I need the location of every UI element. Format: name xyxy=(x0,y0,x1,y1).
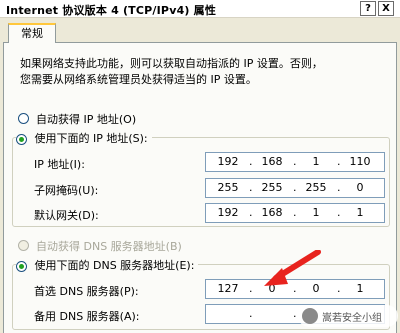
ip-auto-radio[interactable] xyxy=(18,113,29,124)
alternate-dns-dot: . xyxy=(293,307,297,320)
ip-manual-label[interactable]: 使用下面的 IP 地址(S): xyxy=(35,132,148,145)
watermark-text: 嵩若安全小组 xyxy=(322,313,382,324)
ip-address-octet-3[interactable]: 1 xyxy=(298,155,334,168)
ip-address-dot: . xyxy=(249,155,253,168)
window-title: Internet 协议版本 4 (TCP/IPv4) 属性 xyxy=(6,4,217,17)
dialog-body: 常规 如果网络支持此功能，则可以获取自动指派的 IP 设置。否则， 您需要从网络… xyxy=(0,18,400,333)
preferred-dns-dot: . xyxy=(249,282,253,295)
subnet-dot: . xyxy=(249,181,253,194)
gateway-field[interactable]: 192 . 168 . 1 . 1 xyxy=(205,203,385,223)
alternate-dns-label: 备用 DNS 服务器(A): xyxy=(34,310,140,323)
ip-address-label: IP 地址(I): xyxy=(34,158,85,171)
title-bar: Internet 协议版本 4 (TCP/IPv4) 属性 ? X xyxy=(0,0,400,18)
subnet-octet-4[interactable]: 0 xyxy=(342,181,378,194)
preferred-dns-octet-4[interactable]: 1 xyxy=(342,282,378,295)
subnet-dot: . xyxy=(293,181,297,194)
subnet-label: 子网掩码(U): xyxy=(34,184,99,197)
ip-address-octet-1[interactable]: 192 xyxy=(210,155,246,168)
dns-manual-legend: 使用下面的 DNS 服务器地址(E): xyxy=(16,257,199,273)
gateway-dot: . xyxy=(293,206,297,219)
red-arrow-annotation xyxy=(264,250,321,286)
ip-address-octet-4[interactable]: 110 xyxy=(342,155,378,168)
close-button[interactable]: X xyxy=(378,1,394,16)
description-line-2: 您需要从网络系统管理员处获得适当的 IP 设置。 xyxy=(20,73,257,86)
gateway-dot: . xyxy=(249,206,253,219)
dns-manual-label[interactable]: 使用下面的 DNS 服务器地址(E): xyxy=(35,259,195,272)
ip-address-field[interactable]: 192 . 168 . 1 . 110 xyxy=(205,152,385,172)
gateway-dot: . xyxy=(337,206,341,219)
subnet-dot: . xyxy=(337,181,341,194)
wechat-logo-icon xyxy=(302,308,318,324)
subnet-octet-2[interactable]: 255 xyxy=(254,181,290,194)
ip-address-dot: . xyxy=(337,155,341,168)
ip-manual-radio[interactable] xyxy=(16,133,27,145)
dns-auto-radio[interactable] xyxy=(18,240,29,251)
subnet-mask-field[interactable]: 255 . 255 . 255 . 0 xyxy=(205,178,385,198)
dns-auto-label[interactable]: 自动获得 DNS 服务器地址(B) xyxy=(36,238,182,254)
subnet-octet-1[interactable]: 255 xyxy=(210,181,246,194)
watermark: 嵩若安全小组 xyxy=(298,305,398,327)
gateway-octet-2[interactable]: 168 xyxy=(254,206,290,219)
description: 如果网络支持此功能，则可以获取自动指派的 IP 设置。否则， 您需要从网络系统管… xyxy=(20,56,380,88)
dns-manual-radio[interactable] xyxy=(16,260,27,272)
preferred-dns-label: 首选 DNS 服务器(P): xyxy=(34,285,139,298)
gateway-octet-3[interactable]: 1 xyxy=(298,206,334,219)
help-button[interactable]: ? xyxy=(360,1,376,16)
subnet-octet-3[interactable]: 255 xyxy=(298,181,334,194)
preferred-dns-dot: . xyxy=(337,282,341,295)
description-line-1: 如果网络支持此功能，则可以获取自动指派的 IP 设置。否则， xyxy=(20,57,323,70)
ip-manual-legend: 使用下面的 IP 地址(S): xyxy=(16,130,152,146)
gateway-octet-4[interactable]: 1 xyxy=(342,206,378,219)
ip-auto-label[interactable]: 自动获得 IP 地址(O) xyxy=(36,111,136,127)
alternate-dns-dot: . xyxy=(249,307,253,320)
ip-address-dot: . xyxy=(293,155,297,168)
gateway-label: 默认网关(D): xyxy=(34,209,99,222)
tab-general[interactable]: 常规 xyxy=(8,23,56,43)
preferred-dns-octet-1[interactable]: 127 xyxy=(210,282,246,295)
ip-address-octet-2[interactable]: 168 xyxy=(254,155,290,168)
gateway-octet-1[interactable]: 192 xyxy=(210,206,246,219)
